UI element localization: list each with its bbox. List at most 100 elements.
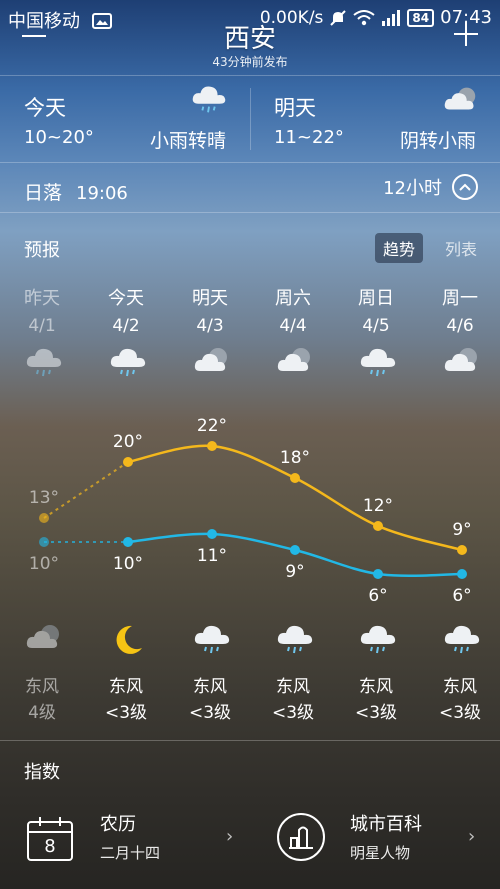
wind-direction: 东风 <box>443 677 477 697</box>
day-date: 4/6 <box>446 316 474 336</box>
sunset-label: 日落 <box>24 182 63 204</box>
data-point <box>39 513 49 523</box>
forecast-day[interactable]: 周六 4/4 <box>253 284 333 336</box>
today-desc: 小雨转晴 <box>149 130 226 152</box>
forecast-day[interactable]: 昨天 4/1 <box>2 284 82 336</box>
day-name: 周一 <box>442 288 478 309</box>
wind-info: 东风 <3级 <box>170 674 250 726</box>
day-date: 4/1 <box>28 316 56 336</box>
cloudy-rain-icon <box>358 345 398 379</box>
tomorrow-desc: 阴转小雨 <box>399 130 476 152</box>
cloudy-rain-icon <box>108 345 148 379</box>
day-date: 4/4 <box>279 316 307 336</box>
temperature-chart <box>39 441 467 579</box>
index-lunar[interactable]: 8 农历 二月十四 › <box>0 796 250 886</box>
day-date: 4/2 <box>112 316 140 336</box>
wind-level: 4级 <box>28 703 56 723</box>
city-wiki-title: 城市百科 <box>350 814 422 835</box>
hourly-label: 12小时 <box>383 178 442 199</box>
high-temp-label: 9° <box>452 520 472 540</box>
low-temp-label: 10° <box>28 554 60 574</box>
data-point <box>373 569 383 579</box>
add-city-icon[interactable] <box>454 22 478 46</box>
tomorrow-card[interactable]: 明天 11~22° 阴转小雨 <box>250 76 500 161</box>
data-point <box>123 457 133 467</box>
today-card[interactable]: 今天 10~20° 小雨转晴 <box>0 76 250 161</box>
wind-level: <3级 <box>104 703 148 723</box>
tomorrow-label: 明天 <box>274 96 316 120</box>
day-name: 明天 <box>192 288 228 309</box>
low-temp-label: 6° <box>452 586 472 606</box>
sunset-time: 19:06 <box>76 183 128 204</box>
low-temp-label: 6° <box>368 586 388 606</box>
cloudy-icon <box>192 345 232 379</box>
high-temp-label: 13° <box>28 488 60 508</box>
forecast-day[interactable]: 明天 4/3 <box>170 284 250 336</box>
wind-level: <3级 <box>271 703 315 723</box>
high-temp-label: 12° <box>362 496 394 516</box>
index-title: 指数 <box>24 762 60 783</box>
wind-level: <3级 <box>354 703 398 723</box>
day-date: 4/5 <box>362 316 390 336</box>
lunar-sub: 二月十四 <box>100 844 161 862</box>
wind-direction: 东风 <box>359 677 393 697</box>
trend-tab[interactable]: 趋势 <box>375 233 424 263</box>
low-temp-label: 11° <box>196 546 228 566</box>
day-name: 周六 <box>275 288 311 309</box>
tomorrow-temp: 11~22° <box>274 127 344 148</box>
high-temp-label: 20° <box>112 432 144 452</box>
forecast-title: 预报 <box>24 240 60 261</box>
cloudy-rain-icon <box>24 345 64 379</box>
wind-direction: 东风 <box>193 677 227 697</box>
data-point <box>373 521 383 531</box>
chevron-right-icon: › <box>468 826 476 847</box>
hourly-toggle[interactable]: 12小时 <box>383 174 478 200</box>
wind-direction: 东风 <box>25 677 59 697</box>
data-point <box>207 529 217 539</box>
cloudy-icon <box>442 84 480 118</box>
moon-icon <box>108 622 148 656</box>
today-label: 今天 <box>24 96 66 120</box>
cloudy-icon <box>442 345 482 379</box>
cloudy-rain-icon <box>275 622 315 656</box>
list-tab[interactable]: 列表 <box>445 236 477 260</box>
wind-info: 东风 <3级 <box>253 674 333 726</box>
building-icon <box>277 813 325 861</box>
calendar-day: 8 <box>44 836 56 857</box>
cloudy-rain-icon <box>190 82 228 120</box>
lunar-title: 农历 <box>100 814 136 835</box>
data-point <box>123 537 133 547</box>
day-date: 4/3 <box>196 316 224 336</box>
cloudy-rain-icon <box>192 622 232 656</box>
chevron-up-icon[interactable] <box>452 174 478 200</box>
day-name: 昨天 <box>24 288 60 309</box>
forecast-day[interactable]: 今天 4/2 <box>86 284 166 336</box>
data-point <box>290 473 300 483</box>
sunset-row: 日落 19:06 <box>24 178 128 205</box>
day-name: 今天 <box>108 288 144 309</box>
day-name: 周日 <box>358 288 394 309</box>
wind-direction: 东风 <box>276 677 310 697</box>
city-wiki-sub: 明星人物 <box>350 844 411 862</box>
cloudy-icon <box>275 345 315 379</box>
divider <box>0 212 500 213</box>
cloudy-rain-icon <box>358 622 398 656</box>
high-temp-label: 22° <box>196 416 228 436</box>
divider <box>0 162 500 163</box>
index-city-wiki[interactable]: 城市百科 明星人物 › <box>250 796 500 886</box>
wind-level: <3级 <box>438 703 482 723</box>
divider <box>0 740 500 741</box>
data-point <box>207 441 217 451</box>
wind-info: 东风 <3级 <box>420 674 500 726</box>
publish-time: 43分钟前发布 <box>212 55 288 69</box>
data-point <box>457 545 467 555</box>
forecast-day[interactable]: 周日 4/5 <box>336 284 416 336</box>
city-name[interactable]: 西安 <box>0 18 500 55</box>
high-temp-label: 18° <box>279 448 311 468</box>
wind-direction: 东风 <box>109 677 143 697</box>
wind-info: 东风 <3级 <box>336 674 416 726</box>
data-point <box>290 545 300 555</box>
low-temp-label: 9° <box>285 562 305 582</box>
data-point <box>457 569 467 579</box>
forecast-day[interactable]: 周一 4/6 <box>420 284 500 336</box>
